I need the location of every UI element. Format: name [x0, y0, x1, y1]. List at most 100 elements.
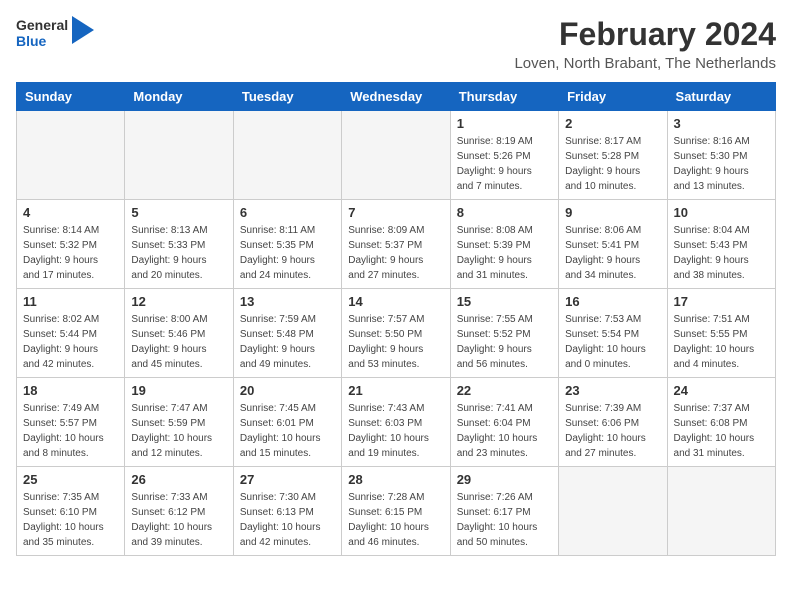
day-info: Sunrise: 8:16 AM Sunset: 5:30 PM Dayligh…	[674, 134, 769, 194]
day-number: 10	[674, 205, 769, 220]
day-info: Sunrise: 7:43 AM Sunset: 6:03 PM Dayligh…	[348, 401, 443, 461]
day-number: 4	[23, 205, 118, 220]
day-info: Sunrise: 7:30 AM Sunset: 6:13 PM Dayligh…	[240, 490, 335, 550]
calendar-cell	[17, 111, 125, 200]
day-number: 20	[240, 383, 335, 398]
day-number: 6	[240, 205, 335, 220]
calendar-cell: 15 Sunrise: 7:55 AM Sunset: 5:52 PM Dayli…	[450, 289, 558, 378]
calendar-week-row: 25Sunrise: 7:35 AM Sunset: 6:10 PM Dayli…	[17, 467, 776, 556]
logo-words: General Blue	[16, 17, 68, 49]
calendar-cell: 12 Sunrise: 8:00 AM Sunset: 5:46 PM Dayli…	[125, 289, 233, 378]
calendar-cell: 6 Sunrise: 8:11 AM Sunset: 5:35 PM Daylig…	[233, 200, 341, 289]
calendar-week-row: 18 Sunrise: 7:49 AM Sunset: 5:57 PM Dayli…	[17, 378, 776, 467]
day-number: 9	[565, 205, 660, 220]
day-number: 29	[457, 472, 552, 487]
column-header-monday: Monday	[125, 83, 233, 111]
calendar-cell: 21Sunrise: 7:43 AM Sunset: 6:03 PM Dayli…	[342, 378, 450, 467]
column-header-wednesday: Wednesday	[342, 83, 450, 111]
calendar-cell: 11Sunrise: 8:02 AM Sunset: 5:44 PM Dayli…	[17, 289, 125, 378]
day-number: 27	[240, 472, 335, 487]
day-info: Sunrise: 8:14 AM Sunset: 5:32 PM Dayligh…	[23, 223, 118, 283]
calendar-cell: 14Sunrise: 7:57 AM Sunset: 5:50 PM Dayli…	[342, 289, 450, 378]
calendar-cell: 17 Sunrise: 7:51 AM Sunset: 5:55 PM Dayli…	[667, 289, 775, 378]
day-info: Sunrise: 7:39 AM Sunset: 6:06 PM Dayligh…	[565, 401, 660, 461]
logo-general: General	[16, 17, 68, 33]
title-section: February 2024 Loven, North Brabant, The …	[514, 16, 776, 72]
calendar-cell	[125, 111, 233, 200]
column-header-thursday: Thursday	[450, 83, 558, 111]
calendar-cell: 9 Sunrise: 8:06 AM Sunset: 5:41 PM Daylig…	[559, 200, 667, 289]
calendar-cell: 28Sunrise: 7:28 AM Sunset: 6:15 PM Dayli…	[342, 467, 450, 556]
calendar-cell: 1 Sunrise: 8:19 AM Sunset: 5:26 PM Daylig…	[450, 111, 558, 200]
day-info: Sunrise: 7:55 AM Sunset: 5:52 PM Dayligh…	[457, 312, 552, 372]
calendar-cell: 16 Sunrise: 7:53 AM Sunset: 5:54 PM Dayli…	[559, 289, 667, 378]
day-info: Sunrise: 8:08 AM Sunset: 5:39 PM Dayligh…	[457, 223, 552, 283]
calendar-cell: 26Sunrise: 7:33 AM Sunset: 6:12 PM Dayli…	[125, 467, 233, 556]
page-header: General Blue February 2024 Loven, North …	[16, 16, 776, 72]
calendar-week-row: 4 Sunrise: 8:14 AM Sunset: 5:32 PM Daylig…	[17, 200, 776, 289]
calendar-subtitle: Loven, North Brabant, The Netherlands	[514, 55, 776, 72]
day-number: 14	[348, 294, 443, 309]
day-number: 2	[565, 116, 660, 131]
column-header-saturday: Saturday	[667, 83, 775, 111]
day-info: Sunrise: 8:19 AM Sunset: 5:26 PM Dayligh…	[457, 134, 552, 194]
calendar-title: February 2024	[514, 16, 776, 53]
calendar-cell: 8 Sunrise: 8:08 AM Sunset: 5:39 PM Daylig…	[450, 200, 558, 289]
day-number: 3	[674, 116, 769, 131]
day-number: 17	[674, 294, 769, 309]
day-number: 1	[457, 116, 552, 131]
day-info: Sunrise: 8:17 AM Sunset: 5:28 PM Dayligh…	[565, 134, 660, 194]
day-info: Sunrise: 7:35 AM Sunset: 6:10 PM Dayligh…	[23, 490, 118, 550]
calendar-cell	[233, 111, 341, 200]
logo-arrow-icon	[72, 16, 94, 49]
day-number: 7	[348, 205, 443, 220]
logo-blue: Blue	[16, 33, 68, 49]
day-number: 23	[565, 383, 660, 398]
day-info: Sunrise: 8:00 AM Sunset: 5:46 PM Dayligh…	[131, 312, 226, 372]
calendar-cell: 22 Sunrise: 7:41 AM Sunset: 6:04 PM Dayli…	[450, 378, 558, 467]
calendar-cell	[559, 467, 667, 556]
day-info: Sunrise: 7:51 AM Sunset: 5:55 PM Dayligh…	[674, 312, 769, 372]
day-info: Sunrise: 8:06 AM Sunset: 5:41 PM Dayligh…	[565, 223, 660, 283]
day-number: 18	[23, 383, 118, 398]
column-header-sunday: Sunday	[17, 83, 125, 111]
day-info: Sunrise: 8:04 AM Sunset: 5:43 PM Dayligh…	[674, 223, 769, 283]
day-info: Sunrise: 8:09 AM Sunset: 5:37 PM Dayligh…	[348, 223, 443, 283]
day-number: 8	[457, 205, 552, 220]
calendar-cell: 20Sunrise: 7:45 AM Sunset: 6:01 PM Dayli…	[233, 378, 341, 467]
calendar-week-row: 11Sunrise: 8:02 AM Sunset: 5:44 PM Dayli…	[17, 289, 776, 378]
calendar-cell: 19 Sunrise: 7:47 AM Sunset: 5:59 PM Dayli…	[125, 378, 233, 467]
day-info: Sunrise: 8:13 AM Sunset: 5:33 PM Dayligh…	[131, 223, 226, 283]
day-number: 19	[131, 383, 226, 398]
calendar-cell: 2 Sunrise: 8:17 AM Sunset: 5:28 PM Daylig…	[559, 111, 667, 200]
day-number: 13	[240, 294, 335, 309]
day-number: 16	[565, 294, 660, 309]
day-info: Sunrise: 7:41 AM Sunset: 6:04 PM Dayligh…	[457, 401, 552, 461]
logo-text-block: General Blue	[16, 16, 94, 49]
calendar-cell: 29Sunrise: 7:26 AM Sunset: 6:17 PM Dayli…	[450, 467, 558, 556]
calendar-cell: 23 Sunrise: 7:39 AM Sunset: 6:06 PM Dayli…	[559, 378, 667, 467]
day-info: Sunrise: 7:47 AM Sunset: 5:59 PM Dayligh…	[131, 401, 226, 461]
day-number: 12	[131, 294, 226, 309]
day-number: 15	[457, 294, 552, 309]
calendar-cell: 7 Sunrise: 8:09 AM Sunset: 5:37 PM Daylig…	[342, 200, 450, 289]
calendar-header-row: SundayMondayTuesdayWednesdayThursdayFrid…	[17, 83, 776, 111]
calendar-week-row: 1 Sunrise: 8:19 AM Sunset: 5:26 PM Daylig…	[17, 111, 776, 200]
day-info: Sunrise: 7:49 AM Sunset: 5:57 PM Dayligh…	[23, 401, 118, 461]
column-header-tuesday: Tuesday	[233, 83, 341, 111]
calendar-table: SundayMondayTuesdayWednesdayThursdayFrid…	[16, 82, 776, 556]
column-header-friday: Friday	[559, 83, 667, 111]
calendar-cell: 24Sunrise: 7:37 AM Sunset: 6:08 PM Dayli…	[667, 378, 775, 467]
calendar-cell: 18 Sunrise: 7:49 AM Sunset: 5:57 PM Dayli…	[17, 378, 125, 467]
day-info: Sunrise: 8:02 AM Sunset: 5:44 PM Dayligh…	[23, 312, 118, 372]
day-number: 22	[457, 383, 552, 398]
calendar-cell: 27 Sunrise: 7:30 AM Sunset: 6:13 PM Dayli…	[233, 467, 341, 556]
day-info: Sunrise: 7:33 AM Sunset: 6:12 PM Dayligh…	[131, 490, 226, 550]
day-info: Sunrise: 8:11 AM Sunset: 5:35 PM Dayligh…	[240, 223, 335, 283]
day-info: Sunrise: 7:37 AM Sunset: 6:08 PM Dayligh…	[674, 401, 769, 461]
calendar-cell: 3 Sunrise: 8:16 AM Sunset: 5:30 PM Daylig…	[667, 111, 775, 200]
day-info: Sunrise: 7:53 AM Sunset: 5:54 PM Dayligh…	[565, 312, 660, 372]
day-info: Sunrise: 7:28 AM Sunset: 6:15 PM Dayligh…	[348, 490, 443, 550]
day-number: 5	[131, 205, 226, 220]
day-info: Sunrise: 7:59 AM Sunset: 5:48 PM Dayligh…	[240, 312, 335, 372]
